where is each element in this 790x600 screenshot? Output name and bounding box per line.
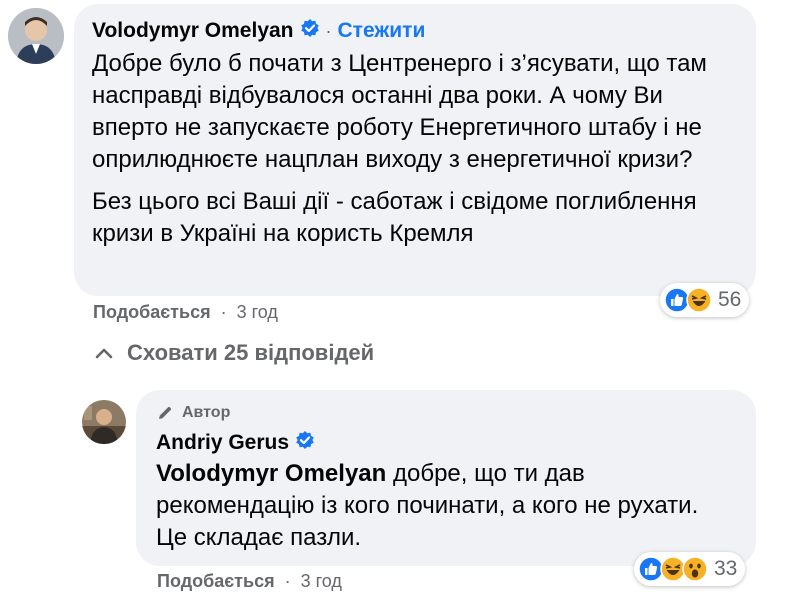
author-badge: Автор — [156, 404, 230, 422]
wow-reaction-icon — [682, 556, 708, 582]
reply-author-avatar[interactable] — [82, 400, 126, 444]
comment-bubble: Volodymyr Omelyan · Стежити Добре було б… — [74, 4, 756, 296]
mention-link[interactable]: Volodymyr Omelyan — [156, 460, 386, 487]
reply-text: Volodymyr Omelyan добре, що ти дав реком… — [156, 458, 716, 554]
comment-timestamp[interactable]: 3 год — [237, 302, 278, 322]
haha-reaction-icon — [686, 287, 712, 313]
commenter-avatar[interactable] — [8, 8, 64, 64]
reply-reaction-count: 33 — [714, 557, 738, 580]
comment-actions: Подобається · 3 год — [93, 302, 278, 323]
separator-dot: · — [284, 571, 291, 591]
verified-badge-icon — [300, 18, 320, 44]
comment-reactions[interactable]: 56 — [660, 283, 750, 317]
comment-paragraph-1: Добре було б почати з Центренерго і з’яс… — [92, 50, 707, 173]
hide-replies-label: Сховати 25 відповідей — [127, 340, 375, 365]
comment-like-button[interactable]: Подобається — [93, 302, 211, 322]
reply-author-name[interactable]: Andriy Gerus — [156, 431, 289, 455]
reply-bubble: Автор Andriy Gerus Volodymyr Omelyan доб… — [136, 390, 756, 566]
author-badge-label: Автор — [182, 404, 231, 421]
reply-actions: Подобається · 3 год — [157, 571, 342, 592]
separator-dot: · — [325, 20, 332, 41]
comment-author-name[interactable]: Volodymyr Omelyan — [92, 19, 294, 43]
follow-button[interactable]: Стежити — [338, 19, 426, 43]
comment-text: Добре було б почати з Центренерго і з’яс… — [92, 48, 732, 250]
hide-replies-button[interactable]: Сховати 25 відповідей — [95, 340, 374, 366]
separator-dot: · — [220, 302, 227, 322]
verified-badge-icon — [295, 430, 315, 456]
reply-timestamp[interactable]: 3 год — [301, 571, 342, 591]
reply-reactions[interactable]: 33 — [634, 552, 746, 586]
comment-reaction-count: 56 — [718, 288, 742, 311]
reply-like-button[interactable]: Подобається — [157, 571, 275, 591]
comment-paragraph-2: Без цього всі Ваші дії - саботаж і свідо… — [92, 188, 697, 247]
pencil-icon — [159, 406, 172, 419]
chevron-up-icon — [95, 348, 113, 359]
